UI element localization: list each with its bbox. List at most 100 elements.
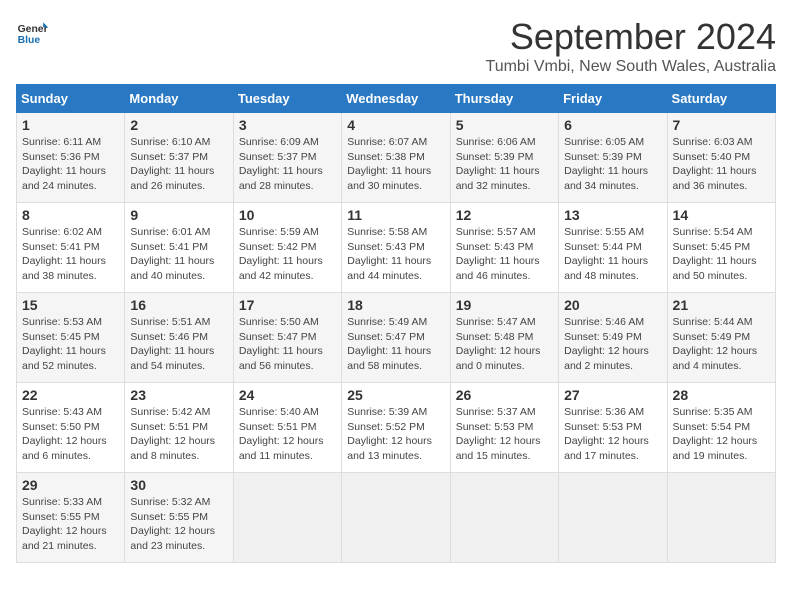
logo-icon: General Blue <box>16 16 48 48</box>
calendar-cell: 18 Sunrise: 5:49 AMSunset: 5:47 PMDayligh… <box>342 293 450 383</box>
calendar-cell: 8 Sunrise: 6:02 AMSunset: 5:41 PMDaylight… <box>17 203 125 293</box>
header-tuesday: Tuesday <box>233 85 341 113</box>
calendar-cell <box>342 473 450 563</box>
day-number: 11 <box>347 207 444 223</box>
calendar-cell: 15Sunrise: 5:53 AMSunset: 5:45 PMDayligh… <box>17 293 125 383</box>
day-number: 27 <box>564 387 661 403</box>
day-number: 8 <box>22 207 119 223</box>
day-number: 1 <box>22 117 119 133</box>
month-title: September 2024 <box>486 16 776 58</box>
day-number: 23 <box>130 387 227 403</box>
calendar-cell: 1 Sunrise: 6:11 AMSunset: 5:36 PMDaylight… <box>17 113 125 203</box>
day-number: 29 <box>22 477 119 493</box>
day-info: Sunrise: 5:33 AMSunset: 5:55 PMDaylight:… <box>22 495 119 554</box>
calendar-table: SundayMondayTuesdayWednesdayThursdayFrid… <box>16 84 776 563</box>
day-number: 22 <box>22 387 119 403</box>
day-info: Sunrise: 5:44 AMSunset: 5:49 PMDaylight:… <box>673 315 770 374</box>
svg-text:Blue: Blue <box>18 35 41 46</box>
calendar-cell: 5 Sunrise: 6:06 AMSunset: 5:39 PMDaylight… <box>450 113 558 203</box>
day-info: Sunrise: 5:32 AMSunset: 5:55 PMDaylight:… <box>130 495 227 554</box>
day-number: 5 <box>456 117 553 133</box>
calendar-cell: 21 Sunrise: 5:44 AMSunset: 5:49 PMDayligh… <box>667 293 775 383</box>
calendar-cell: 22 Sunrise: 5:43 AMSunset: 5:50 PMDayligh… <box>17 383 125 473</box>
calendar-cell: 16Sunrise: 5:51 AMSunset: 5:46 PMDayligh… <box>125 293 233 383</box>
calendar-cell <box>559 473 667 563</box>
day-info: Sunrise: 6:05 AMSunset: 5:39 PMDaylight:… <box>564 135 661 194</box>
day-info: Sunrise: 5:54 AMSunset: 5:45 PMDaylight:… <box>673 225 770 284</box>
calendar-cell: 29 Sunrise: 5:33 AMSunset: 5:55 PMDayligh… <box>17 473 125 563</box>
calendar-cell: 11Sunrise: 5:58 AMSunset: 5:43 PMDayligh… <box>342 203 450 293</box>
calendar-cell: 10Sunrise: 5:59 AMSunset: 5:42 PMDayligh… <box>233 203 341 293</box>
day-number: 6 <box>564 117 661 133</box>
day-info: Sunrise: 5:39 AMSunset: 5:52 PMDaylight:… <box>347 405 444 464</box>
calendar-cell: 26 Sunrise: 5:37 AMSunset: 5:53 PMDayligh… <box>450 383 558 473</box>
header-monday: Monday <box>125 85 233 113</box>
day-number: 30 <box>130 477 227 493</box>
calendar-cell: 30 Sunrise: 5:32 AMSunset: 5:55 PMDayligh… <box>125 473 233 563</box>
calendar-cell: 6 Sunrise: 6:05 AMSunset: 5:39 PMDaylight… <box>559 113 667 203</box>
day-number: 20 <box>564 297 661 313</box>
day-info: Sunrise: 5:47 AMSunset: 5:48 PMDaylight:… <box>456 315 553 374</box>
day-info: Sunrise: 6:07 AMSunset: 5:38 PMDaylight:… <box>347 135 444 194</box>
calendar-cell: 7 Sunrise: 6:03 AMSunset: 5:40 PMDaylight… <box>667 113 775 203</box>
day-number: 3 <box>239 117 336 133</box>
day-info: Sunrise: 6:10 AMSunset: 5:37 PMDaylight:… <box>130 135 227 194</box>
day-number: 4 <box>347 117 444 133</box>
day-info: Sunrise: 5:49 AMSunset: 5:47 PMDaylight:… <box>347 315 444 374</box>
day-number: 2 <box>130 117 227 133</box>
calendar-cell: 3 Sunrise: 6:09 AMSunset: 5:37 PMDaylight… <box>233 113 341 203</box>
calendar-cell: 24 Sunrise: 5:40 AMSunset: 5:51 PMDayligh… <box>233 383 341 473</box>
day-number: 7 <box>673 117 770 133</box>
day-number: 24 <box>239 387 336 403</box>
day-info: Sunrise: 5:40 AMSunset: 5:51 PMDaylight:… <box>239 405 336 464</box>
day-info: Sunrise: 6:01 AMSunset: 5:41 PMDaylight:… <box>130 225 227 284</box>
calendar-cell: 20 Sunrise: 5:46 AMSunset: 5:49 PMDayligh… <box>559 293 667 383</box>
day-number: 14 <box>673 207 770 223</box>
header-saturday: Saturday <box>667 85 775 113</box>
calendar-cell: 19 Sunrise: 5:47 AMSunset: 5:48 PMDayligh… <box>450 293 558 383</box>
day-info: Sunrise: 5:51 AMSunset: 5:46 PMDaylight:… <box>130 315 227 374</box>
day-info: Sunrise: 5:35 AMSunset: 5:54 PMDaylight:… <box>673 405 770 464</box>
calendar-cell: 27Sunrise: 5:36 AMSunset: 5:53 PMDayligh… <box>559 383 667 473</box>
calendar-cell: 13Sunrise: 5:55 AMSunset: 5:44 PMDayligh… <box>559 203 667 293</box>
calendar-week-2: 15Sunrise: 5:53 AMSunset: 5:45 PMDayligh… <box>17 293 776 383</box>
day-number: 18 <box>347 297 444 313</box>
calendar-cell: 4 Sunrise: 6:07 AMSunset: 5:38 PMDaylight… <box>342 113 450 203</box>
day-number: 21 <box>673 297 770 313</box>
day-info: Sunrise: 6:03 AMSunset: 5:40 PMDaylight:… <box>673 135 770 194</box>
calendar-cell: 14 Sunrise: 5:54 AMSunset: 5:45 PMDayligh… <box>667 203 775 293</box>
day-number: 19 <box>456 297 553 313</box>
calendar-week-4: 29 Sunrise: 5:33 AMSunset: 5:55 PMDayligh… <box>17 473 776 563</box>
calendar-cell: 9Sunrise: 6:01 AMSunset: 5:41 PMDaylight… <box>125 203 233 293</box>
day-info: Sunrise: 5:59 AMSunset: 5:42 PMDaylight:… <box>239 225 336 284</box>
day-info: Sunrise: 6:06 AMSunset: 5:39 PMDaylight:… <box>456 135 553 194</box>
calendar-cell <box>667 473 775 563</box>
header-sunday: Sunday <box>17 85 125 113</box>
page-header: General Blue September 2024 Tumbi Vmbi, … <box>16 16 776 76</box>
day-info: Sunrise: 5:37 AMSunset: 5:53 PMDaylight:… <box>456 405 553 464</box>
location-subtitle: Tumbi Vmbi, New South Wales, Australia <box>486 58 776 76</box>
calendar-cell: 17 Sunrise: 5:50 AMSunset: 5:47 PMDayligh… <box>233 293 341 383</box>
day-number: 28 <box>673 387 770 403</box>
calendar-week-1: 8 Sunrise: 6:02 AMSunset: 5:41 PMDaylight… <box>17 203 776 293</box>
day-info: Sunrise: 5:50 AMSunset: 5:47 PMDaylight:… <box>239 315 336 374</box>
day-info: Sunrise: 5:55 AMSunset: 5:44 PMDaylight:… <box>564 225 661 284</box>
day-info: Sunrise: 5:43 AMSunset: 5:50 PMDaylight:… <box>22 405 119 464</box>
day-info: Sunrise: 6:09 AMSunset: 5:37 PMDaylight:… <box>239 135 336 194</box>
day-info: Sunrise: 6:11 AMSunset: 5:36 PMDaylight:… <box>22 135 119 194</box>
logo: General Blue <box>16 16 48 48</box>
header-friday: Friday <box>559 85 667 113</box>
header-thursday: Thursday <box>450 85 558 113</box>
calendar-cell: 28 Sunrise: 5:35 AMSunset: 5:54 PMDayligh… <box>667 383 775 473</box>
day-info: Sunrise: 5:53 AMSunset: 5:45 PMDaylight:… <box>22 315 119 374</box>
calendar-week-3: 22 Sunrise: 5:43 AMSunset: 5:50 PMDayligh… <box>17 383 776 473</box>
day-number: 17 <box>239 297 336 313</box>
day-info: Sunrise: 5:46 AMSunset: 5:49 PMDaylight:… <box>564 315 661 374</box>
day-number: 26 <box>456 387 553 403</box>
day-number: 12 <box>456 207 553 223</box>
day-info: Sunrise: 6:02 AMSunset: 5:41 PMDaylight:… <box>22 225 119 284</box>
title-block: September 2024 Tumbi Vmbi, New South Wal… <box>486 16 776 76</box>
calendar-cell: 25Sunrise: 5:39 AMSunset: 5:52 PMDayligh… <box>342 383 450 473</box>
calendar-cell: 23Sunrise: 5:42 AMSunset: 5:51 PMDayligh… <box>125 383 233 473</box>
calendar-cell <box>450 473 558 563</box>
